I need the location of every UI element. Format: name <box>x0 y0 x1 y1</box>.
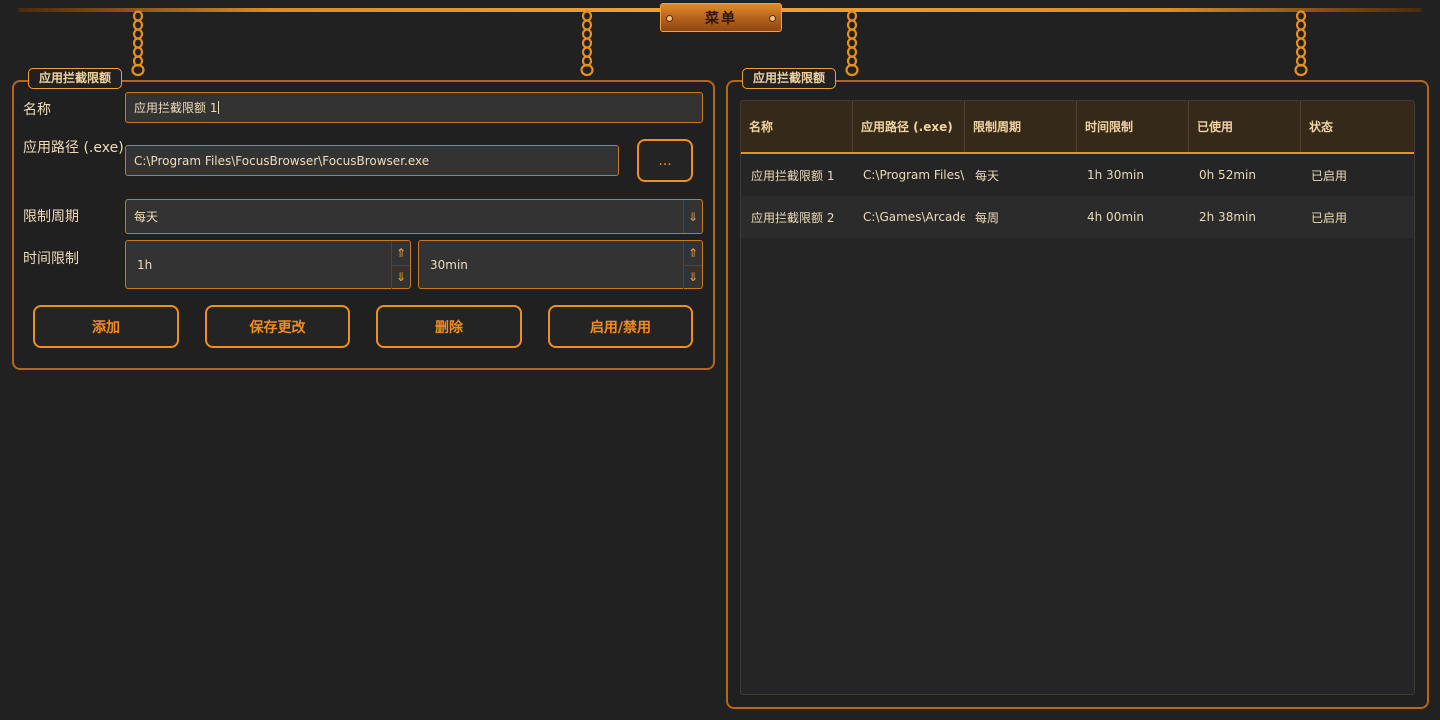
cell-path: C:\Program Files\FocusBrowser\FocusBrows… <box>863 168 965 182</box>
column-header-path[interactable]: 应用路径 (.exe) <box>853 101 965 152</box>
save-changes-button[interactable]: 保存更改 <box>205 305 350 348</box>
limits-table: 名称 应用路径 (.exe) 限制周期 时间限制 已使用 状态 应用拦截限额 1… <box>740 100 1415 695</box>
path-input-value: C:\Program Files\FocusBrowser\FocusBrows… <box>134 153 430 168</box>
table-row[interactable]: 应用拦截限额 1 C:\Program Files\FocusBrowser\F… <box>741 154 1414 196</box>
name-label: 名称 <box>23 102 51 118</box>
rivet-icon <box>769 15 776 22</box>
name-input-value: 应用拦截限额 1 <box>134 101 218 115</box>
add-button[interactable]: 添加 <box>33 305 179 348</box>
column-header-time-limit[interactable]: 时间限制 <box>1077 101 1189 152</box>
column-header-status[interactable]: 状态 <box>1301 101 1413 152</box>
column-header-used[interactable]: 已使用 <box>1189 101 1301 152</box>
hours-value: 1h <box>137 257 153 272</box>
cell-name: 应用拦截限额 2 <box>751 210 835 225</box>
menu-label: 菜单 <box>705 10 737 27</box>
delete-button[interactable]: 删除 <box>376 305 522 348</box>
text-caret <box>218 101 220 114</box>
arrow-up-icon[interactable]: ⇑ <box>683 241 702 266</box>
arrow-down-icon[interactable]: ⇓ <box>683 265 702 289</box>
cell-name: 应用拦截限额 1 <box>751 168 835 183</box>
cell-used: 2h 38min <box>1199 210 1256 224</box>
cell-time-limit: 1h 30min <box>1087 168 1144 182</box>
period-label: 限制周期 <box>23 209 79 225</box>
chain-icon <box>131 10 145 77</box>
form-panel-title: 应用拦截限额 <box>28 68 123 89</box>
cell-period: 每天 <box>975 168 1000 183</box>
path-input[interactable]: C:\Program Files\FocusBrowser\FocusBrows… <box>125 145 619 176</box>
menu-button[interactable]: 菜单 <box>660 3 782 32</box>
path-label: 应用路径 (.exe) <box>23 140 124 156</box>
arrow-up-icon[interactable]: ⇑ <box>391 241 410 266</box>
column-header-name[interactable]: 名称 <box>741 101 853 152</box>
list-panel-title: 应用拦截限额 <box>742 68 837 89</box>
table-row[interactable]: 应用拦截限额 2 C:\Games\Arcade\Arcade.exe 每周 4… <box>741 196 1414 238</box>
cell-path: C:\Games\Arcade\Arcade.exe <box>863 210 965 224</box>
minutes-value: 30min <box>430 257 468 272</box>
arrow-down-icon[interactable]: ⇓ <box>391 265 410 289</box>
column-header-period[interactable]: 限制周期 <box>965 101 1077 152</box>
toggle-enable-button[interactable]: 启用/禁用 <box>548 305 693 348</box>
arrow-down-icon[interactable]: ⇓ <box>683 200 702 233</box>
period-select[interactable]: 每天 ⇓ <box>125 199 703 234</box>
table-header: 名称 应用路径 (.exe) 限制周期 时间限制 已使用 状态 <box>741 101 1414 154</box>
cell-time-limit: 4h 00min <box>1087 210 1144 224</box>
cell-status: 已启用 <box>1311 210 1348 225</box>
minutes-spinbox[interactable]: 30min ⇑ ⇓ <box>418 240 703 289</box>
cell-status: 已启用 <box>1311 168 1348 183</box>
cell-period: 每周 <box>975 210 1000 225</box>
period-select-value: 每天 <box>134 210 159 224</box>
name-input[interactable]: 应用拦截限额 1 <box>125 92 703 123</box>
cell-used: 0h 52min <box>1199 168 1256 182</box>
chain-icon <box>1294 10 1308 77</box>
chain-icon <box>845 10 859 77</box>
hours-spinbox[interactable]: 1h ⇑ ⇓ <box>125 240 411 289</box>
browse-button[interactable]: ... <box>637 139 693 182</box>
chain-icon <box>580 10 594 77</box>
time-limit-label: 时间限制 <box>23 251 79 267</box>
rivet-icon <box>666 15 673 22</box>
